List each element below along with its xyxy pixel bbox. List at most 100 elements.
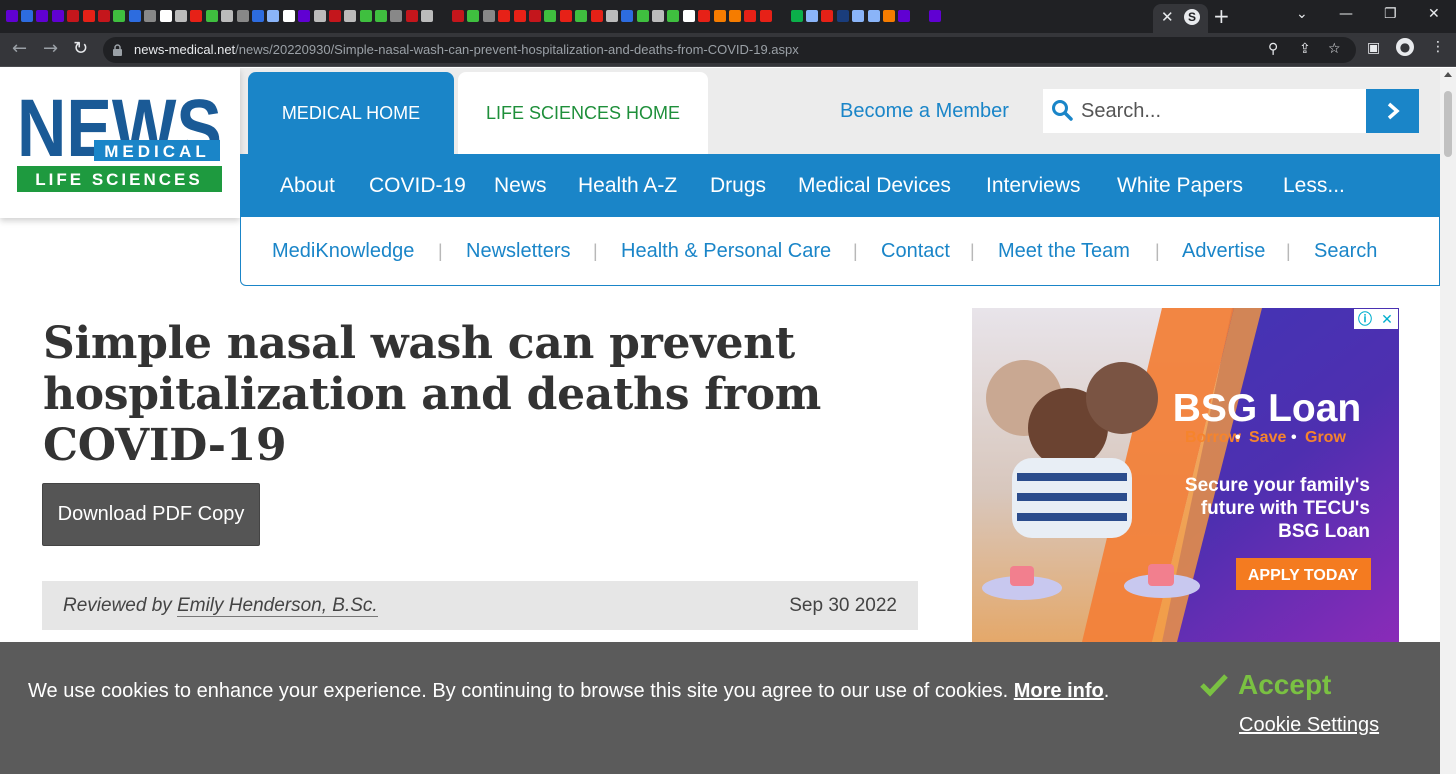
tab-search-icon[interactable]: ⌄ <box>1296 6 1308 22</box>
tab-favicon[interactable] <box>681 7 696 25</box>
tab-favicon[interactable] <box>697 7 712 25</box>
tab-medical-home[interactable]: MEDICAL HOME <box>248 72 454 154</box>
tab-favicon[interactable] <box>189 7 204 25</box>
restore-icon[interactable]: ❐ <box>1384 6 1397 22</box>
subnav-contact[interactable]: Contact <box>881 240 950 263</box>
scroll-up-icon[interactable] <box>1444 72 1452 77</box>
tab-favicon[interactable] <box>327 7 342 25</box>
tab-favicon[interactable] <box>435 7 450 25</box>
new-tab-icon[interactable]: + <box>1213 4 1230 28</box>
advertisement-banner[interactable]: BSG Loan Borrow • Save • Grow Secure you… <box>972 308 1399 642</box>
nav-health-a-z[interactable]: Health A-Z <box>578 174 677 198</box>
tab-favicon[interactable] <box>589 7 604 25</box>
tab-favicon[interactable] <box>19 7 34 25</box>
tab-favicon[interactable] <box>527 7 542 25</box>
tab-favicon[interactable] <box>343 7 358 25</box>
reload-icon[interactable]: ↻ <box>73 39 88 59</box>
subnav-advertise[interactable]: Advertise <box>1182 240 1265 263</box>
nav-about[interactable]: About <box>280 174 335 198</box>
tab-favicon[interactable] <box>466 7 481 25</box>
search-submit-button[interactable] <box>1366 89 1419 133</box>
window-close-icon[interactable]: ✕ <box>1428 6 1440 22</box>
tab-favicon[interactable] <box>850 7 865 25</box>
tab-favicon[interactable] <box>543 7 558 25</box>
ad-close-icon[interactable]: ✕ <box>1376 309 1398 329</box>
tab-favicon[interactable] <box>389 7 404 25</box>
tab-favicon[interactable] <box>912 7 927 25</box>
tab-favicon[interactable] <box>250 7 265 25</box>
tab-favicon[interactable] <box>881 7 896 25</box>
tab-favicon[interactable] <box>143 7 158 25</box>
tab-favicon[interactable] <box>66 7 81 25</box>
tab-favicon[interactable] <box>50 7 65 25</box>
nav-interviews[interactable]: Interviews <box>986 174 1081 198</box>
tab-favicon[interactable] <box>35 7 50 25</box>
tab-favicon[interactable] <box>635 7 650 25</box>
page-scrollbar[interactable] <box>1440 68 1456 774</box>
tab-favicon[interactable] <box>712 7 727 25</box>
tab-favicon[interactable] <box>927 7 942 25</box>
tab-favicon[interactable] <box>804 7 819 25</box>
subnav-mediknowledge[interactable]: MediKnowledge <box>272 240 414 263</box>
tab-favicon[interactable] <box>650 7 665 25</box>
cookie-settings-link[interactable]: Cookie Settings <box>1239 714 1379 737</box>
tab-favicon[interactable] <box>820 7 835 25</box>
tab-favicon[interactable] <box>127 7 142 25</box>
tab-favicon[interactable] <box>558 7 573 25</box>
tab-favicon[interactable] <box>866 7 881 25</box>
zoom-icon[interactable]: ⚲ <box>1268 41 1278 57</box>
reviewer-link[interactable]: Emily Henderson, B.Sc. <box>177 595 378 617</box>
tab-favicon[interactable] <box>204 7 219 25</box>
tab-favicon[interactable] <box>481 7 496 25</box>
tab-favicon[interactable] <box>281 7 296 25</box>
tab-favicon[interactable] <box>666 7 681 25</box>
tab-favicon[interactable] <box>219 7 234 25</box>
tab-favicon[interactable] <box>897 7 912 25</box>
tab-favicon[interactable] <box>727 7 742 25</box>
tab-favicon[interactable] <box>573 7 588 25</box>
tab-favicon[interactable] <box>81 7 96 25</box>
tab-favicon[interactable] <box>358 7 373 25</box>
subnav-health-personal-care[interactable]: Health & Personal Care <box>621 240 831 263</box>
nav-white-papers[interactable]: White Papers <box>1117 174 1243 198</box>
tab-favicon[interactable] <box>404 7 419 25</box>
tab-favicon[interactable] <box>296 7 311 25</box>
tab-favicon[interactable] <box>373 7 388 25</box>
share-icon[interactable]: ⇪ <box>1299 41 1311 57</box>
active-tab[interactable]: ✕ S <box>1153 4 1208 33</box>
tab-favicon[interactable] <box>4 7 19 25</box>
tab-life-sciences-home[interactable]: LIFE SCIENCES HOME <box>458 72 708 154</box>
tab-favicon[interactable] <box>620 7 635 25</box>
tab-favicon[interactable] <box>173 7 188 25</box>
subnav-meet-the-team[interactable]: Meet the Team <box>998 240 1130 263</box>
tab-favicon[interactable] <box>450 7 465 25</box>
menu-icon[interactable]: ⋮ <box>1431 39 1445 55</box>
site-logo-box[interactable]: NEWS MEDICAL LIFE SCIENCES <box>0 68 240 218</box>
address-bar[interactable]: news-medical.net/news/20220930/Simple-na… <box>103 37 1356 63</box>
become-member-link[interactable]: Become a Member <box>840 100 1009 123</box>
tab-favicon[interactable] <box>497 7 512 25</box>
side-panel-icon[interactable]: ▣ <box>1367 40 1380 56</box>
tab-favicon[interactable] <box>312 7 327 25</box>
scrollbar-thumb[interactable] <box>1444 91 1452 157</box>
tab-favicon[interactable] <box>420 7 435 25</box>
nav-news[interactable]: News <box>494 174 547 198</box>
tab-favicon[interactable] <box>789 7 804 25</box>
nav-drugs[interactable]: Drugs <box>710 174 766 198</box>
forward-icon[interactable]: → <box>43 39 58 59</box>
nav-medical-devices[interactable]: Medical Devices <box>798 174 951 198</box>
accept-button[interactable]: Accept <box>1200 665 1331 705</box>
tab-favicon[interactable] <box>743 7 758 25</box>
nav-covid-19[interactable]: COVID-19 <box>369 174 466 198</box>
tab-favicon[interactable] <box>112 7 127 25</box>
profile-icon[interactable]: ● <box>1396 38 1414 56</box>
tab-favicon[interactable] <box>604 7 619 25</box>
back-icon[interactable]: ← <box>12 39 27 59</box>
tab-favicon[interactable] <box>835 7 850 25</box>
tab-favicon[interactable] <box>235 7 250 25</box>
minimize-icon[interactable]: — <box>1339 6 1353 22</box>
tab-favicon[interactable] <box>512 7 527 25</box>
tab-favicon[interactable] <box>158 7 173 25</box>
download-pdf-button[interactable]: Download PDF Copy <box>42 483 260 546</box>
subnav-newsletters[interactable]: Newsletters <box>466 240 570 263</box>
